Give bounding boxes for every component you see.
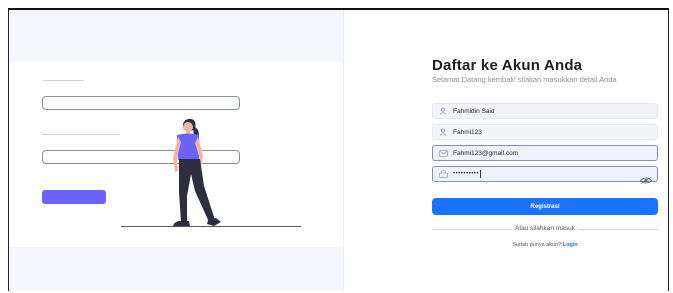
signin-prompt: Sudah punya akun? — [512, 242, 562, 248]
illustration-panel — [9, 10, 343, 291]
email-value: Fahmi123@gmail.com — [453, 149, 519, 157]
text-cursor — [480, 170, 482, 178]
full-name-field[interactable]: Fahmidin Said — [432, 103, 658, 119]
register-button[interactable]: Registrasi — [432, 198, 658, 215]
illustration-bottom-band — [9, 247, 343, 291]
eye-icon[interactable] — [639, 171, 653, 189]
lock-icon — [433, 170, 453, 178]
page-subtitle: Selamat Datang kembali! silakan masukkan… — [432, 75, 617, 84]
user-icon — [433, 128, 453, 136]
woman-standing-illustration — [173, 118, 221, 226]
illustration-input-box — [42, 96, 240, 110]
illustration-label-line — [42, 134, 120, 135]
password-field[interactable]: •••••••••• — [432, 166, 658, 184]
user-icon — [433, 107, 453, 115]
username-field[interactable]: Fahmi123 — [432, 124, 658, 140]
login-link[interactable]: Login — [563, 242, 578, 248]
divider-text: Atau silahkan masuk — [512, 225, 578, 232]
illustration-label-line — [42, 80, 84, 81]
illustration-top-band — [9, 10, 343, 62]
mail-icon — [433, 149, 453, 157]
full-name-value: Fahmidin Said — [453, 107, 495, 115]
panel-divider — [343, 10, 344, 291]
divider-text-wrap: Atau silahkan masuk — [432, 225, 658, 232]
password-value: •••••••••• — [453, 171, 480, 177]
or-divider: Atau silahkan masuk — [432, 225, 658, 233]
email-field[interactable]: Fahmi123@gmail.com — [432, 145, 658, 161]
illustration-button — [42, 190, 106, 204]
page-title: Daftar ke Akun Anda — [432, 57, 583, 74]
signin-prompt-row: Sudah punya akun? Login — [432, 242, 658, 248]
username-value: Fahmi123 — [453, 128, 482, 136]
